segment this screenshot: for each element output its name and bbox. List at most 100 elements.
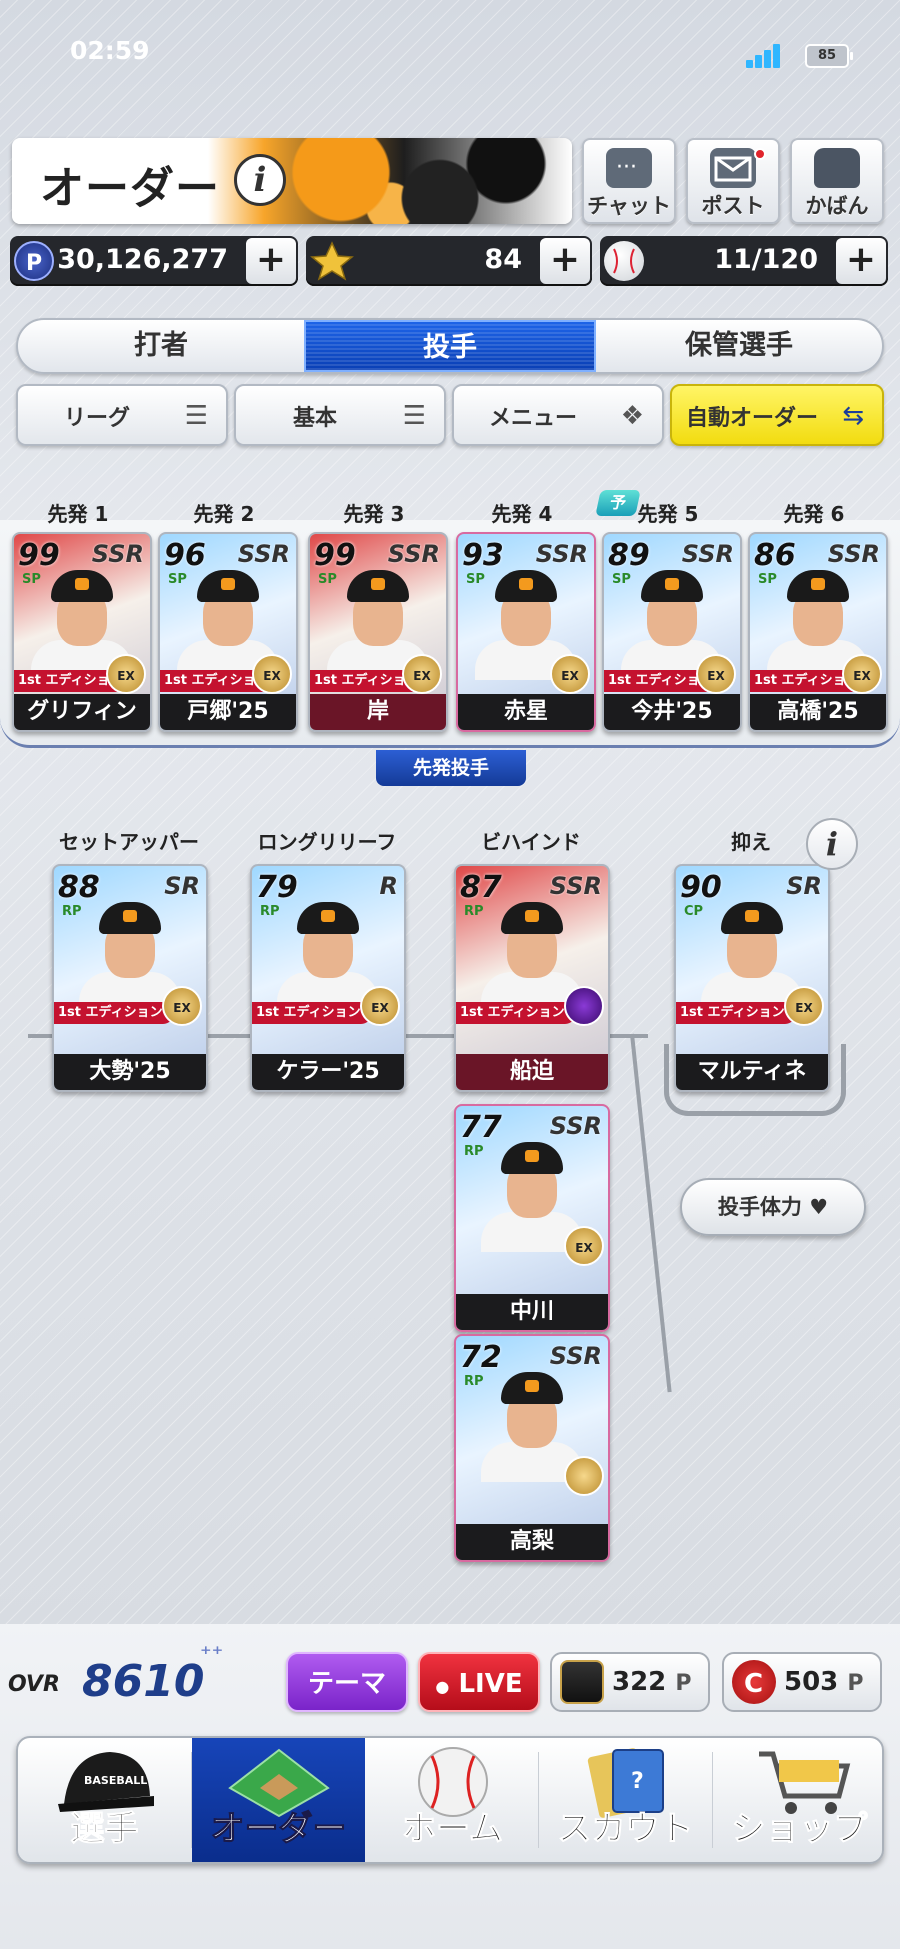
stars-value: 84 [484, 244, 522, 275]
auto-order-button[interactable]: 自動オーダー ⇆ [670, 384, 884, 446]
add-stars-button[interactable]: + [540, 238, 590, 284]
card-position: RP [464, 1374, 484, 1389]
ex-skill-icon: EX [252, 654, 292, 694]
tab-batters[interactable]: 打者 [18, 320, 304, 372]
menu-button[interactable]: メニュー ❖ [452, 384, 664, 446]
svg-text:?: ? [631, 1769, 644, 1794]
ex-skill-icon: EX [106, 654, 146, 694]
svg-text:C: C [744, 1669, 763, 1699]
card-position: SP [612, 572, 631, 587]
menu-label: メニュー [488, 406, 577, 431]
balls-value: 11/120 [714, 244, 818, 275]
player-portrait [481, 902, 583, 1012]
edition-badge: 1st エディション [676, 1002, 796, 1024]
league-filter-label: リーグ [63, 406, 130, 431]
card-rarity: R [379, 872, 398, 900]
star-icon [310, 241, 354, 281]
svg-text:P: P [26, 251, 42, 276]
nav-shop[interactable]: ショップ [713, 1738, 882, 1862]
starter-slot-label: 先発 4 [491, 502, 553, 526]
live-label: LIVE [458, 1669, 523, 1699]
heart-plus-icon: ♥ [809, 1195, 829, 1219]
battery-icon: 85 [805, 44, 853, 68]
p-coin-icon: P [14, 241, 54, 281]
player-portrait [767, 570, 869, 680]
mail-icon [710, 148, 756, 188]
live-button[interactable]: ● LIVE [418, 1652, 540, 1712]
card-rarity: SSR [91, 540, 144, 568]
card-ovr: 99 [314, 538, 356, 573]
nav-label: 選手 [70, 1809, 139, 1850]
pitcher-stamina-button[interactable]: 投手体力 ♥ [680, 1178, 866, 1236]
card-rarity: SR [786, 872, 822, 900]
card-position: SP [22, 572, 41, 587]
player-card[interactable]: 79 RP R 1st エディション EX ケラー'25 [250, 864, 406, 1092]
info-icon[interactable]: i [806, 818, 858, 870]
player-card[interactable]: 96 SP SSR 1st エディション EX 戸郷'25 [158, 532, 298, 732]
card-ovr: 87 [460, 870, 502, 905]
team-points-a[interactable]: 322 P [550, 1652, 710, 1712]
points-unit: P [675, 1671, 692, 1696]
section-tag: 先発投手 [376, 750, 526, 786]
player-card[interactable]: 99 SP SSR 1st エディション EX グリフィン [12, 532, 152, 732]
player-card[interactable]: 90CP SR 1st エディションEX マルティネス'25 [674, 864, 830, 1092]
player-card[interactable]: 86 SP SSR 1st エディション EX 高橋'25 [748, 532, 888, 732]
player-portrait [31, 570, 133, 680]
bench-card[interactable]: 77 RP SSR EX 中川 [454, 1104, 610, 1332]
bag-button[interactable]: かばん [790, 138, 884, 224]
card-ovr: 99 [18, 538, 60, 573]
card-name: マルティネス'25 [676, 1054, 828, 1090]
live-dot-icon: ● [435, 1677, 450, 1696]
player-card[interactable]: 87 RP SSR 1st エディション 船迫 [454, 864, 610, 1092]
ex-skill-icon: EX [402, 654, 442, 694]
chat-button[interactable]: ··· チャット [582, 138, 676, 224]
bag-label: かばん [805, 194, 869, 218]
baseball-icon [604, 241, 644, 281]
tab-pitchers[interactable]: 投手 [304, 320, 596, 372]
clock: 02:59 [70, 36, 150, 65]
starter-slot-label: 先発 6 [783, 502, 845, 526]
info-icon[interactable]: i [234, 154, 286, 206]
card-name: 戸郷'25 [160, 694, 296, 730]
card-position: RP [62, 904, 82, 919]
theme-button[interactable]: テーマ [286, 1652, 408, 1712]
sparkle-icon: ⁺⁺ [200, 1642, 224, 1667]
player-portrait [701, 902, 803, 1012]
card-name: 今井'25 [604, 694, 740, 730]
card-position: RP [464, 904, 484, 919]
svg-text:···: ··· [616, 155, 637, 180]
card-rarity: SSR [549, 1342, 602, 1370]
nav-order[interactable]: オーダー [192, 1738, 365, 1862]
card-position: CP [684, 904, 704, 919]
player-portrait [481, 1142, 583, 1252]
points-value: 30,126,277 [57, 244, 228, 275]
chat-label: チャット [587, 194, 671, 218]
player-card[interactable]: 99 SP SSR 1st エディション EX 岸 [308, 532, 448, 732]
add-points-button[interactable]: + [246, 238, 296, 284]
card-name: 中川 [456, 1294, 608, 1330]
nav-home[interactable]: ホーム [366, 1738, 539, 1862]
position-tabs: 打者 投手 保管選手 [16, 318, 884, 374]
player-card[interactable]: 93 SP SSR EX 赤星 [456, 532, 596, 732]
player-card[interactable]: 89 SP SSR 1st エディション EX 今井'25 [602, 532, 742, 732]
nav-label: ショップ [731, 1809, 868, 1850]
post-button[interactable]: ポスト [686, 138, 780, 224]
tab-reserve[interactable]: 保管選手 [596, 320, 882, 372]
bench-card[interactable]: 72 RP SSR 高梨 [454, 1334, 610, 1562]
player-card[interactable]: 88 RP SR 1st エディション EX 大勢'25 [52, 864, 208, 1092]
league-filter-button[interactable]: リーグ ☰ [16, 384, 228, 446]
ex-skill-icon: EX [784, 986, 824, 1026]
basic-filter-button[interactable]: 基本 ☰ [234, 384, 446, 446]
ovr-label: OVR [8, 1672, 60, 1697]
nav-players[interactable]: BASEBALL 選手 [18, 1738, 191, 1862]
card-name: 大勢'25 [54, 1054, 206, 1090]
team-points-b[interactable]: C 503 P [722, 1652, 882, 1712]
card-position: SP [318, 572, 337, 587]
add-balls-button[interactable]: + [836, 238, 886, 284]
starter-slot-label: 先発 1 [47, 502, 109, 526]
nav-scout[interactable]: ? スカウト [539, 1738, 712, 1862]
card-rarity: SR [164, 872, 200, 900]
auto-order-label: 自動オーダー [685, 406, 818, 431]
player-portrait [621, 570, 723, 680]
ex-skill-icon: EX [162, 986, 202, 1026]
